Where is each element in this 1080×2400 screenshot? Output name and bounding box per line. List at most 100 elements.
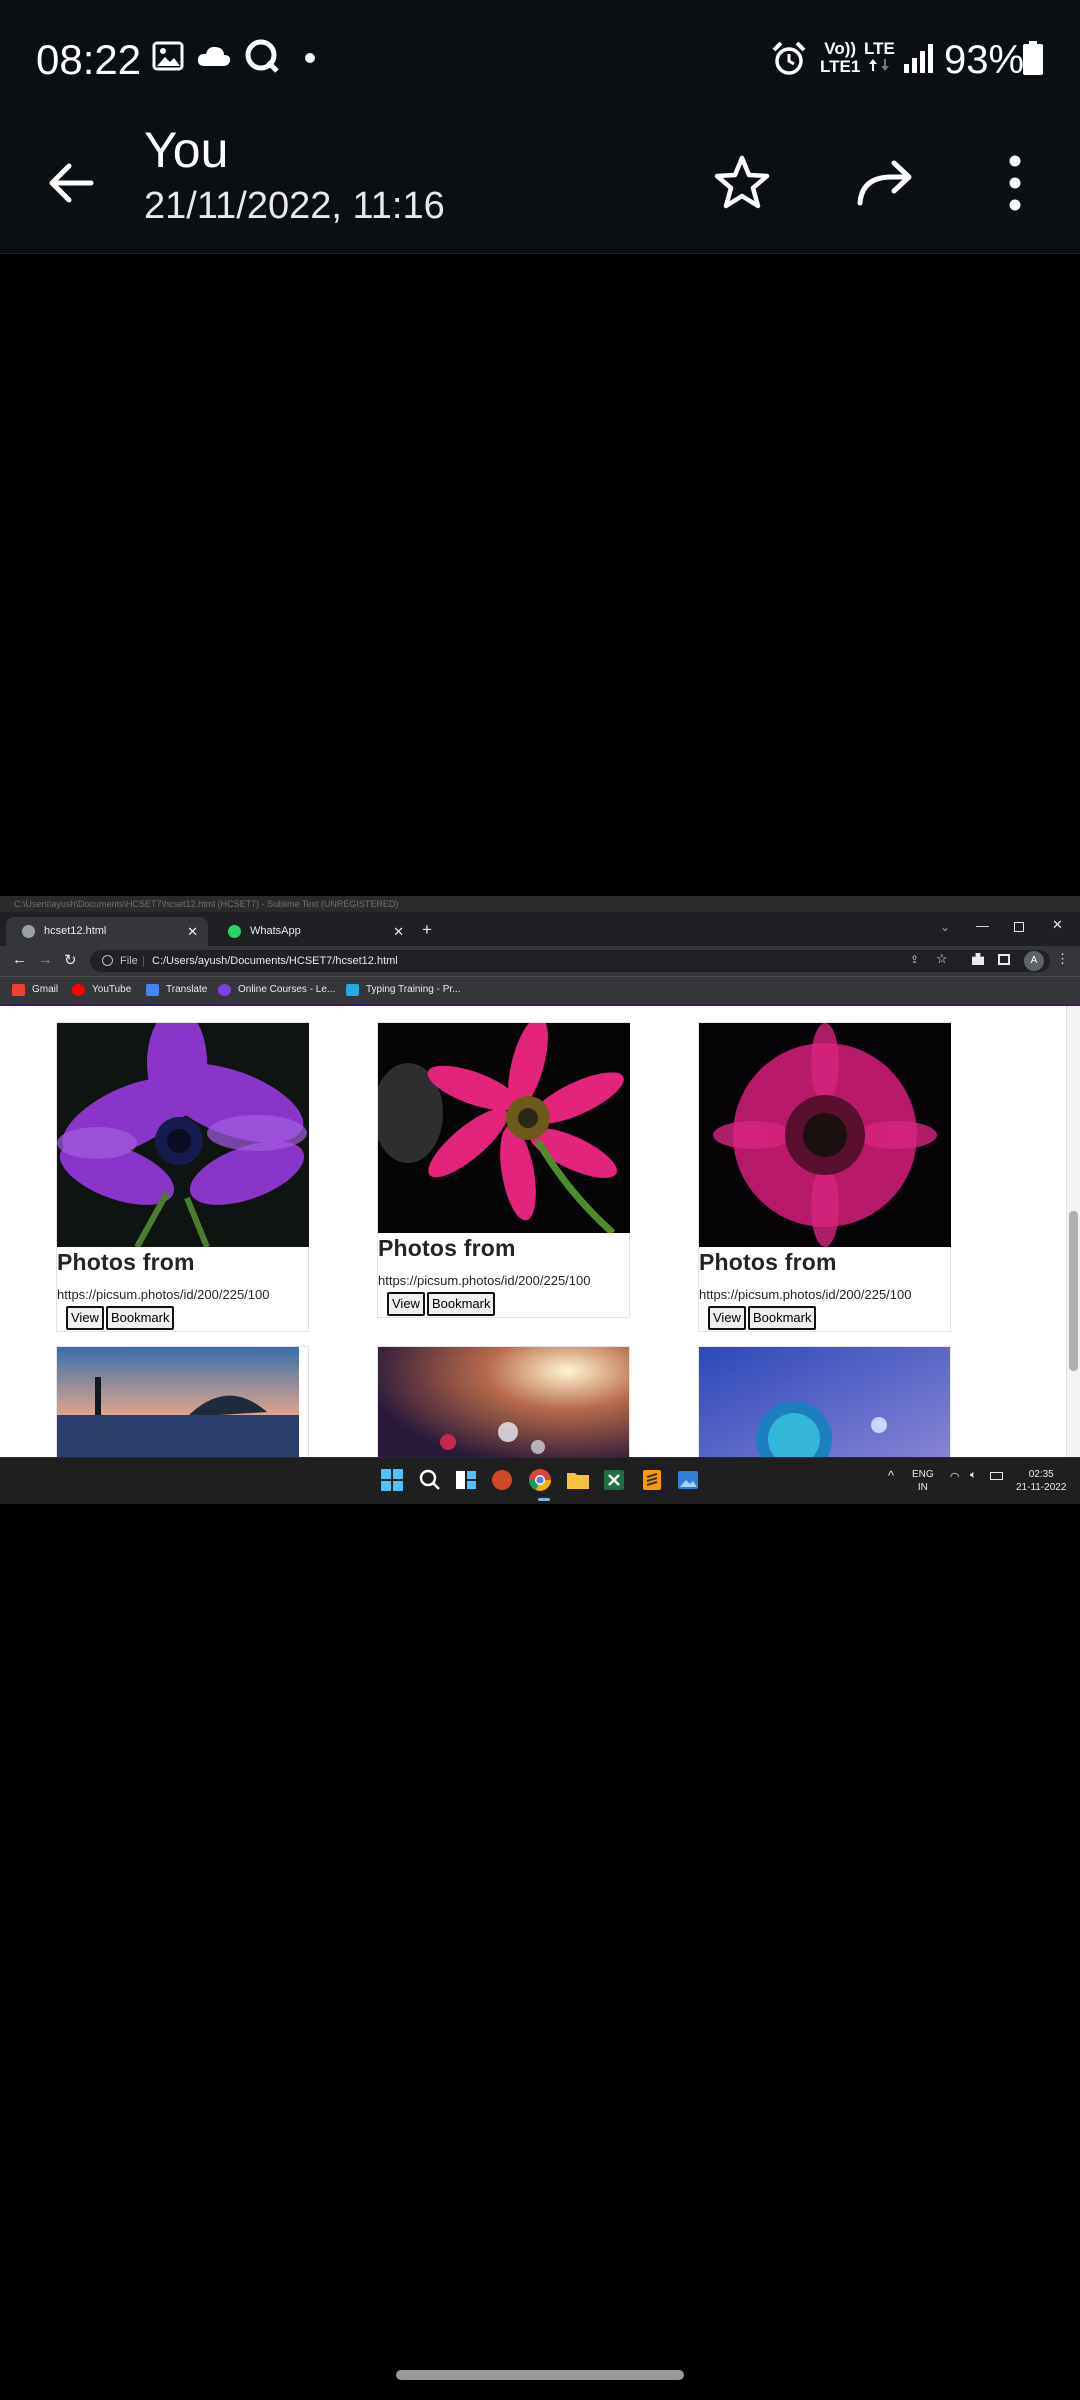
reload-icon[interactable]: ↻: [64, 951, 77, 969]
card-title: Photos from: [378, 1235, 516, 1261]
back-button[interactable]: [26, 138, 116, 228]
card-url: https://picsum.photos/id/200/225/100: [378, 1273, 591, 1288]
volume-icon[interactable]: 🔈︎: [970, 1469, 977, 1482]
photo-card: Photos from https://picsum.photos/id/200…: [56, 1022, 309, 1332]
battery-tray-icon[interactable]: [990, 1472, 1003, 1480]
lighthouse-image: [57, 1347, 299, 1457]
battery-icon: [1023, 41, 1043, 75]
card-title: Photos from: [57, 1249, 195, 1275]
blue-bubble-image: [699, 1347, 950, 1457]
close-tab-icon[interactable]: ✕: [187, 917, 198, 946]
cloud-icon: [197, 46, 231, 66]
address-bar[interactable]: File | C:/Users/ayush/Documents/HCSET7/h…: [90, 950, 1050, 972]
shared-screenshot: C:\Users\ayush\Documents\HCSET7\hcset12.…: [0, 896, 1080, 1504]
bookmark-button[interactable]: Bookmark: [426, 1292, 496, 1316]
youtube-icon: [72, 984, 85, 996]
scrollbar-thumb[interactable]: [1069, 1211, 1078, 1371]
messaging-app-icon: [245, 39, 279, 73]
search-icon[interactable]: [418, 1468, 442, 1492]
new-tab-icon[interactable]: +: [422, 920, 432, 940]
view-button[interactable]: View: [387, 1292, 425, 1316]
bookmark-star-icon[interactable]: ☆: [936, 951, 948, 967]
excel-icon[interactable]: [602, 1468, 626, 1492]
courses-icon: [218, 984, 231, 996]
more-vertical-icon: [1009, 155, 1021, 211]
windows-taskbar: ^ ENG IN ◠ 🔈︎ 02:35 21-11-2022: [0, 1457, 1080, 1504]
widgets-icon[interactable]: [454, 1468, 478, 1492]
gesture-home-bar[interactable]: [396, 2370, 684, 2380]
tray-overflow-icon[interactable]: ^: [888, 1468, 894, 1483]
page-scrollbar[interactable]: [1066, 1006, 1080, 1457]
sublime-text-icon[interactable]: [640, 1468, 664, 1492]
side-panel-icon[interactable]: [998, 954, 1010, 965]
language-indicator[interactable]: ENG IN: [912, 1468, 934, 1494]
active-app-indicator: [538, 1498, 550, 1501]
tab-search-icon[interactable]: ⌄: [940, 920, 950, 934]
web-page: Photos from https://picsum.photos/id/200…: [0, 1004, 1080, 1457]
lte-indicator: LTE: [864, 40, 895, 76]
typing-icon: [346, 984, 359, 996]
bookmark-gmail[interactable]: Gmail: [12, 982, 58, 998]
profile-avatar[interactable]: A: [1024, 951, 1044, 971]
tab-whatsapp[interactable]: WhatsApp ✕: [212, 917, 414, 946]
tab-hcset12[interactable]: hcset12.html ✕: [6, 917, 208, 946]
battery-percent: 93%: [944, 38, 1025, 82]
windows-start-icon[interactable]: [380, 1468, 404, 1492]
close-tab-icon[interactable]: ✕: [393, 917, 404, 946]
share-icon[interactable]: ⇪: [910, 953, 919, 966]
url-text: C:/Users/ayush/Documents/HCSET7/hcset12.…: [152, 955, 398, 967]
view-button[interactable]: View: [708, 1306, 746, 1330]
alarm-icon: [772, 41, 806, 75]
tab-label: hcset12.html: [44, 925, 107, 937]
powerpoint-icon[interactable]: [490, 1468, 514, 1492]
star-button[interactable]: [697, 138, 787, 228]
lte-label: LTE: [864, 39, 895, 58]
file-explorer-icon[interactable]: [566, 1468, 590, 1492]
bookmark-online-courses[interactable]: Online Courses - Le...: [218, 982, 335, 998]
minimize-icon[interactable]: —: [976, 918, 989, 933]
message-timestamp: 21/11/2022, 11:16: [144, 185, 445, 227]
forward-icon: [857, 160, 912, 206]
translate-icon: [146, 984, 159, 996]
data-arrows-icon: [869, 59, 890, 71]
photo-card: Photos from https://picsum.photos/id/200…: [377, 1022, 630, 1318]
bookmark-typing-training[interactable]: Typing Training - Pr...: [346, 982, 461, 998]
view-button[interactable]: View: [66, 1306, 104, 1330]
back-arrow-icon: [49, 163, 94, 203]
maximize-icon[interactable]: [1014, 922, 1024, 932]
forward-nav-icon[interactable]: →: [38, 951, 53, 968]
bookmark-button[interactable]: Bookmark: [747, 1306, 817, 1330]
card-url: https://picsum.photos/id/200/225/100: [57, 1287, 270, 1302]
lte1-label: LTE1: [820, 57, 861, 76]
card-url: https://picsum.photos/id/200/225/100: [699, 1287, 912, 1302]
file-favicon-icon: [22, 925, 35, 938]
gallery-icon: [152, 41, 184, 71]
chrome-icon[interactable]: [528, 1468, 552, 1492]
bookmark-button[interactable]: Bookmark: [105, 1306, 175, 1330]
browser-toolbar: ← → ↻ File | C:/Users/ayush/Documents/HC…: [0, 946, 1080, 976]
whatsapp-favicon-icon: [228, 925, 241, 938]
window-title: C:\Users\ayush\Documents\HCSET7\hcset12.…: [14, 899, 399, 909]
card-title: Photos from: [699, 1249, 837, 1275]
volte-label: Vo)): [824, 39, 857, 58]
bookmark-youtube[interactable]: YouTube: [72, 982, 131, 998]
close-window-icon[interactable]: ✕: [1052, 917, 1063, 933]
wifi-icon[interactable]: ◠: [950, 1470, 960, 1483]
photo-card: [377, 1346, 630, 1457]
bookmarks-bar: Gmail YouTube Translate Online Courses -…: [0, 976, 1080, 1004]
photos-icon[interactable]: [676, 1468, 700, 1492]
photo-card: [56, 1346, 309, 1457]
purple-flower-image: [57, 1023, 309, 1247]
forward-button[interactable]: [840, 138, 930, 228]
more-options-button[interactable]: [970, 138, 1060, 228]
browser-menu-icon[interactable]: ⋮: [1056, 951, 1069, 967]
bookmark-translate[interactable]: Translate: [146, 982, 207, 998]
photo-card: Photos from https://picsum.photos/id/200…: [698, 1022, 951, 1332]
taskbar-clock[interactable]: 02:35 21-11-2022: [1016, 1468, 1066, 1494]
signal-icon: [904, 44, 933, 73]
back-nav-icon[interactable]: ←: [12, 951, 27, 968]
photo-card: [698, 1346, 951, 1457]
star-icon: [714, 155, 770, 209]
volte-indicator: Vo)) LTE1: [820, 40, 860, 76]
browser-tabstrip: hcset12.html ✕ WhatsApp ✕ + ⌄ — ✕: [0, 912, 1080, 946]
